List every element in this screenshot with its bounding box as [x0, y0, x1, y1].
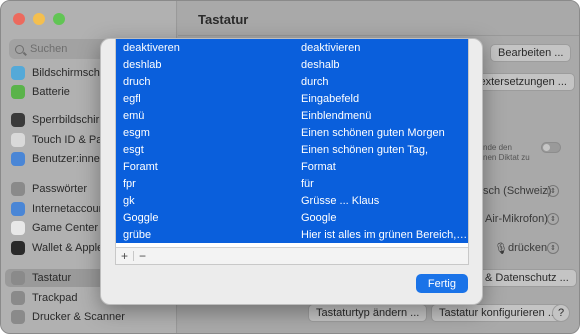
- replace-cell[interactable]: Foramt: [116, 161, 296, 173]
- table-row[interactable]: fpr für: [116, 175, 468, 192]
- dictation-note-1: nde den: [483, 143, 512, 152]
- table-row[interactable]: grübe Hier ist alles im grünen Bereich, d…: [116, 226, 468, 243]
- microphone-popup[interactable]: Air-Mikrofon): [485, 213, 548, 225]
- sidebar-item-label: Batterie: [32, 86, 70, 98]
- screensaver-icon: [11, 66, 25, 80]
- add-remove-bar: + −: [116, 247, 468, 264]
- keyboard-type-button[interactable]: Tastaturtyp ändern ...: [308, 304, 428, 322]
- settings-window: Suchen Bildschirmschoner Batterie Sperrbil…: [0, 0, 580, 334]
- sidebar-item-label: Sperrbildschirm: [32, 114, 109, 126]
- page-title: Tastatur: [198, 12, 249, 27]
- with-cell[interactable]: für: [296, 178, 468, 190]
- privacy-button[interactable]: & Datenschutz ...: [477, 269, 577, 287]
- with-cell[interactable]: Einblendmenü: [296, 110, 468, 122]
- sidebar-item-label: Trackpad: [32, 292, 78, 304]
- chevron-updown-icon: ⇕: [547, 185, 559, 197]
- battery-icon: [11, 85, 25, 99]
- with-cell[interactable]: Hier ist alles im grünen Bereich, danke: [296, 229, 468, 241]
- edit-button[interactable]: Bearbeiten ...: [490, 44, 572, 62]
- search-icon: [15, 44, 24, 54]
- with-cell[interactable]: Eingabefeld: [296, 93, 468, 105]
- users-icon: [11, 152, 25, 166]
- table-row[interactable]: deshlab deshalb: [116, 56, 468, 73]
- replace-cell[interactable]: esgm: [116, 127, 296, 139]
- replace-cell[interactable]: emü: [116, 110, 296, 122]
- replace-cell[interactable]: Goggle: [116, 212, 296, 224]
- add-replacement-button[interactable]: +: [116, 248, 133, 264]
- replace-cell[interactable]: gk: [116, 195, 296, 207]
- table-row[interactable]: Foramt Format: [116, 158, 468, 175]
- microphone-icon: 🎙: [494, 243, 508, 255]
- chevron-updown-icon: ⇕: [547, 213, 559, 225]
- replace-cell[interactable]: deaktiveren: [116, 42, 296, 54]
- replace-cell[interactable]: druch: [116, 76, 296, 88]
- replace-cell[interactable]: esgt: [116, 144, 296, 156]
- minimize-window-button[interactable]: [33, 13, 45, 25]
- printer-icon: [11, 310, 25, 324]
- table-row[interactable]: deaktiveren deaktivieren: [116, 39, 468, 56]
- at-icon: [11, 202, 25, 216]
- search-placeholder: Suchen: [30, 43, 68, 55]
- with-cell[interactable]: Einen schönen guten Morgen: [296, 127, 468, 139]
- replacements-rows: deaktiveren deaktivieren deshlab deshalb dru…: [116, 39, 468, 243]
- zoom-window-button[interactable]: [53, 13, 65, 25]
- dictation-toggle[interactable]: [541, 142, 561, 153]
- wallet-icon: [11, 241, 25, 255]
- window-controls: [13, 13, 65, 25]
- sidebar-item-label: Passwörter: [32, 183, 88, 195]
- lock-icon: [11, 113, 25, 127]
- with-cell[interactable]: Format: [296, 161, 468, 173]
- sidebar-item-drucker[interactable]: Drucker & Scanner: [11, 308, 171, 326]
- dictation-note-2: nen Diktat zu: [483, 153, 530, 162]
- trackpad-icon: [11, 291, 25, 305]
- keyboard-config-button[interactable]: Tastatur konfigurieren ...: [431, 304, 566, 322]
- table-row[interactable]: esgt Einen schönen guten Tag,: [116, 141, 468, 158]
- text-replacements-sheet: deaktiveren deaktivieren deshlab deshalb dru…: [100, 38, 483, 305]
- title-divider: [178, 35, 579, 36]
- with-cell[interactable]: Einen schönen guten Tag,: [296, 144, 468, 156]
- table-row[interactable]: esgm Einen schönen guten Morgen: [116, 124, 468, 141]
- replace-cell[interactable]: deshlab: [116, 59, 296, 71]
- language-popup[interactable]: sch (Schweiz): [483, 185, 551, 197]
- table-row[interactable]: gk Grüsse ... Klaus: [116, 192, 468, 209]
- table-row[interactable]: egfl Eingabefeld: [116, 90, 468, 107]
- sidebar-item-label: Drucker & Scanner: [32, 311, 125, 323]
- game-center-icon: [11, 221, 25, 235]
- help-button[interactable]: ?: [552, 304, 571, 322]
- with-cell[interactable]: Google: [296, 212, 468, 224]
- table-row[interactable]: druch durch: [116, 73, 468, 90]
- table-row[interactable]: emü Einblendmenü: [116, 107, 468, 124]
- shortcut-popup[interactable]: drücken: [508, 242, 547, 254]
- fingerprint-icon: [11, 133, 25, 147]
- keyboard-icon: [11, 271, 25, 285]
- with-cell[interactable]: deshalb: [296, 59, 468, 71]
- remove-replacement-button[interactable]: −: [134, 248, 151, 264]
- chevron-updown-icon: ⇕: [547, 242, 559, 254]
- replace-cell[interactable]: grübe: [116, 229, 296, 241]
- replace-cell[interactable]: fpr: [116, 178, 296, 190]
- with-cell[interactable]: durch: [296, 76, 468, 88]
- with-cell[interactable]: deaktivieren: [296, 42, 468, 54]
- done-button[interactable]: Fertig: [415, 274, 468, 293]
- sidebar-item-label: Game Center: [32, 222, 99, 234]
- with-cell[interactable]: Grüsse ... Klaus: [296, 195, 468, 207]
- sidebar-item-label: Tastatur: [32, 272, 72, 284]
- close-window-button[interactable]: [13, 13, 25, 25]
- key-icon: [11, 182, 25, 196]
- replace-cell[interactable]: egfl: [116, 93, 296, 105]
- replacements-table[interactable]: deaktiveren deaktivieren deshlab deshalb dru…: [115, 39, 469, 265]
- table-row[interactable]: Goggle Google: [116, 209, 468, 226]
